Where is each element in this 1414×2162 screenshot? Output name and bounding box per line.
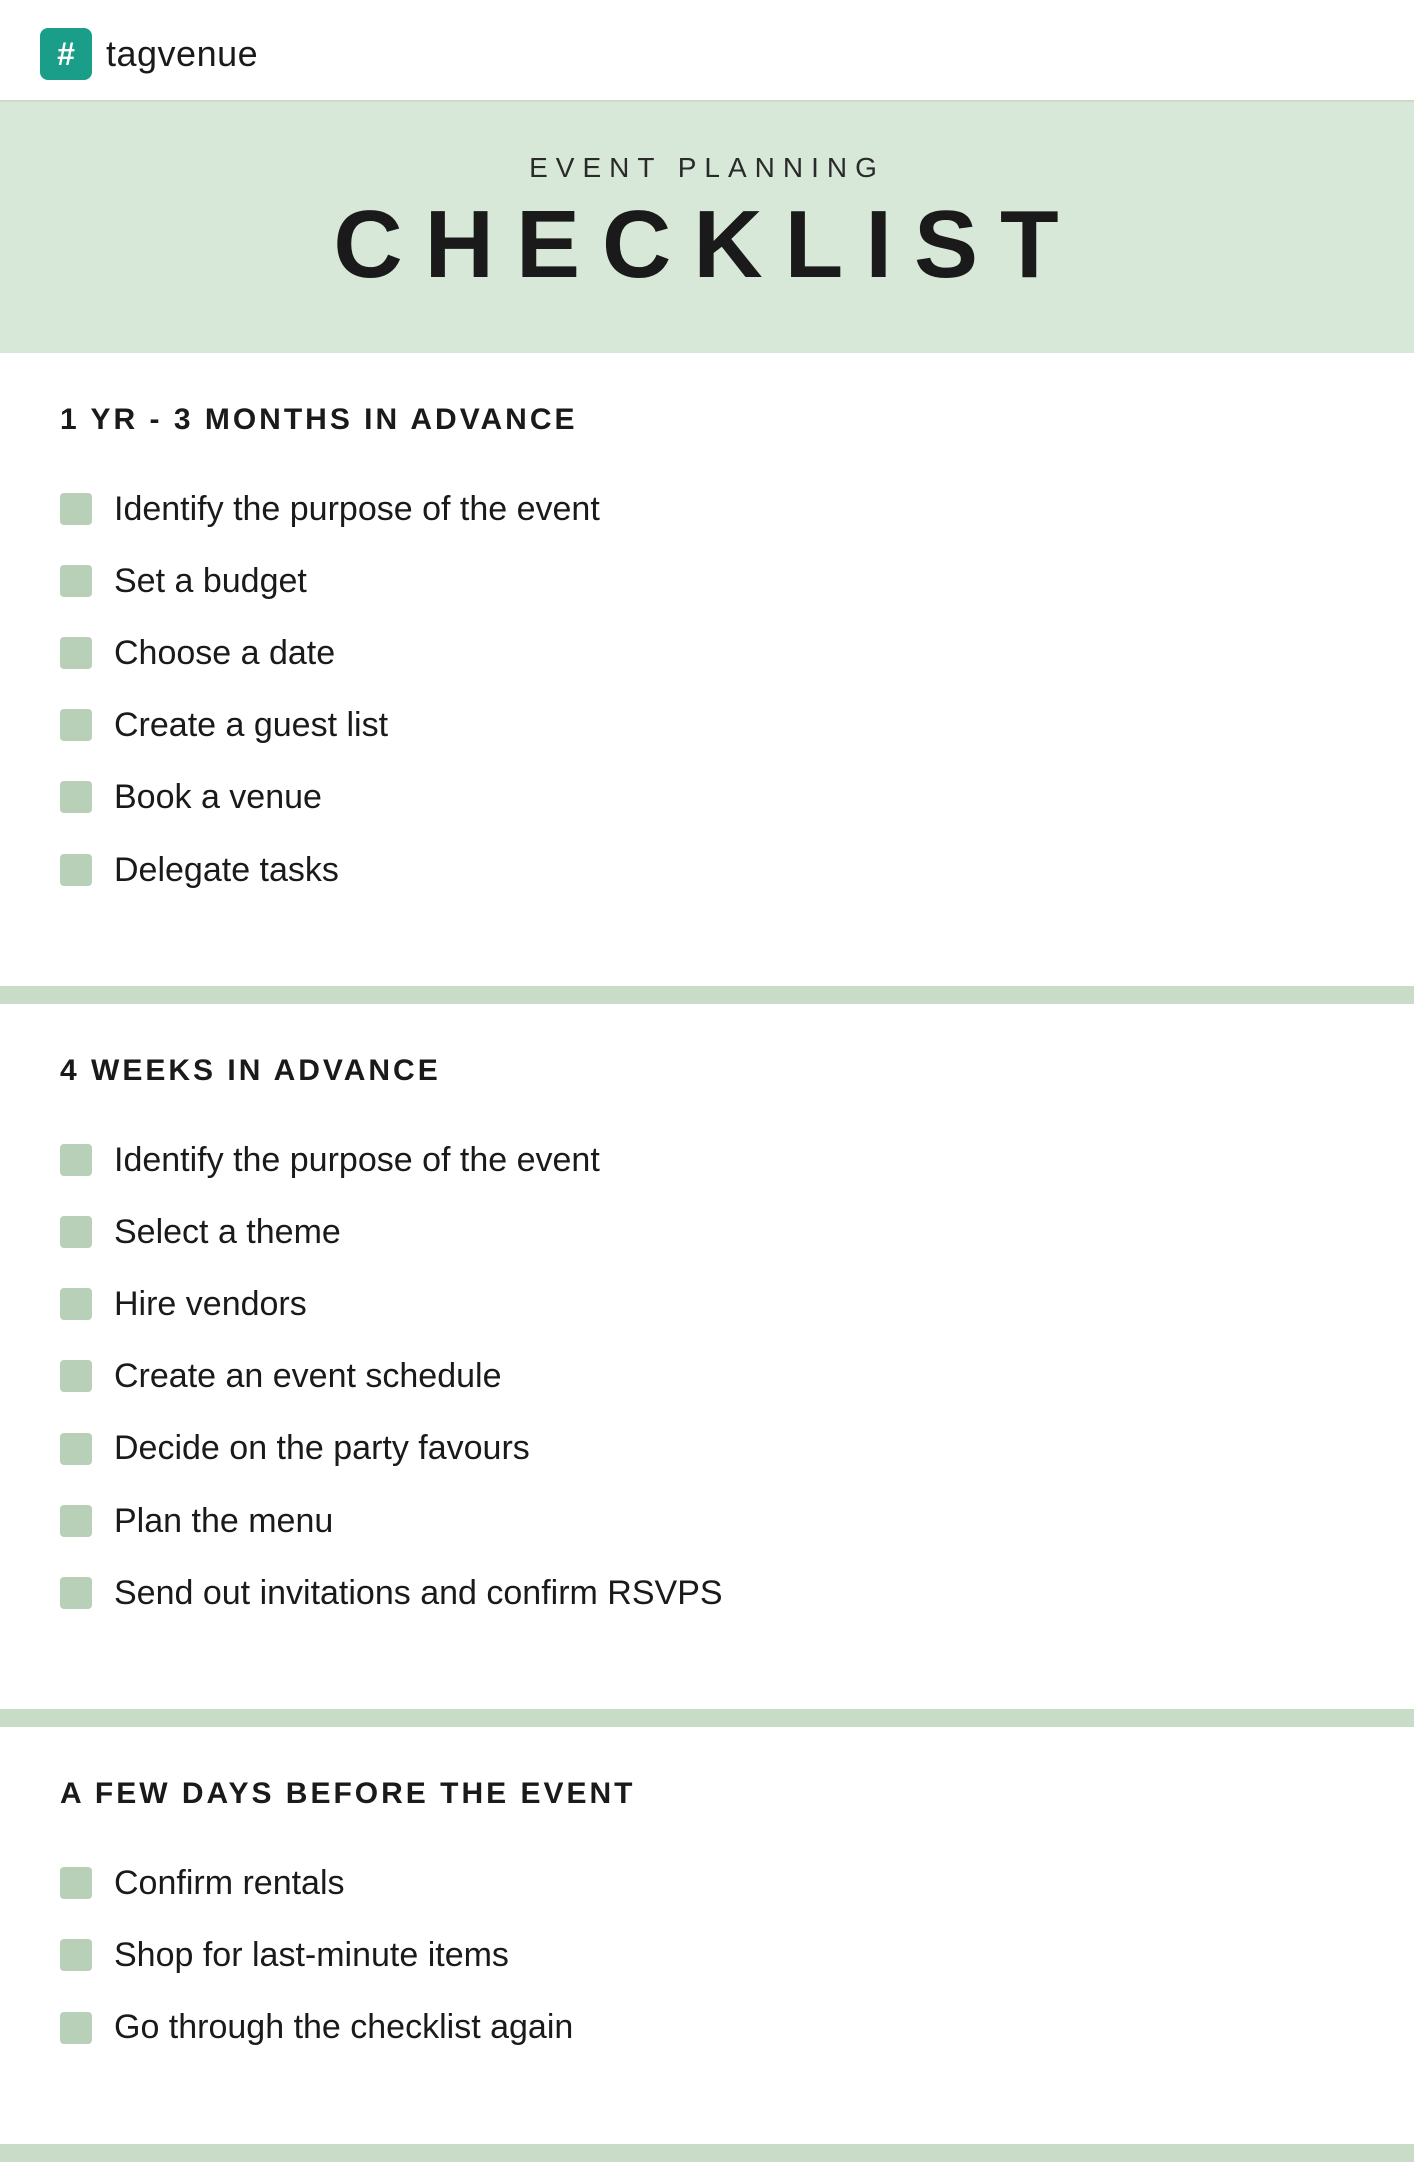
item-text: Create an event schedule	[114, 1354, 501, 1398]
list-item[interactable]: Hire vendors	[60, 1268, 1354, 1340]
list-item[interactable]: Identify the purpose of the event	[60, 473, 1354, 545]
section-1yr-list: Identify the purpose of the event Set a …	[60, 473, 1354, 906]
checkbox[interactable]	[60, 1433, 92, 1465]
item-text: Decide on the party favours	[114, 1426, 530, 1470]
item-text: Hire vendors	[114, 1282, 307, 1326]
item-text: Set a budget	[114, 559, 307, 603]
item-text: Plan the menu	[114, 1499, 333, 1543]
page-title: CHECKLIST	[40, 192, 1374, 298]
content-area-3: A FEW DAYS BEFORE THE EVENT Confirm rent…	[0, 1727, 1414, 2144]
item-text: Identify the purpose of the event	[114, 487, 600, 531]
item-text: Send out invitations and confirm RSVPS	[114, 1571, 723, 1615]
section-4weeks: 4 WEEKS IN ADVANCE Identify the purpose …	[60, 1004, 1354, 1709]
logo-text: tagvenue	[106, 33, 258, 75]
item-text: Delegate tasks	[114, 848, 339, 892]
checkbox[interactable]	[60, 637, 92, 669]
checkbox[interactable]	[60, 2012, 92, 2044]
checkbox[interactable]	[60, 854, 92, 886]
list-item[interactable]: Choose a date	[60, 617, 1354, 689]
section-1yr: 1 YR - 3 MONTHS IN ADVANCE Identify the …	[60, 353, 1354, 986]
checkbox[interactable]	[60, 709, 92, 741]
checkbox[interactable]	[60, 1939, 92, 1971]
checkbox[interactable]	[60, 1577, 92, 1609]
page-subtitle: EVENT PLANNING	[40, 152, 1374, 184]
list-item[interactable]: Create an event schedule	[60, 1340, 1354, 1412]
list-item[interactable]: Select a theme	[60, 1196, 1354, 1268]
item-text: Choose a date	[114, 631, 335, 675]
band-separator-bottom	[0, 2144, 1414, 2162]
section-fewdays: A FEW DAYS BEFORE THE EVENT Confirm rent…	[60, 1727, 1354, 2144]
checkbox[interactable]	[60, 493, 92, 525]
list-item[interactable]: Set a budget	[60, 545, 1354, 617]
checkbox[interactable]	[60, 1216, 92, 1248]
item-text: Identify the purpose of the event	[114, 1138, 600, 1182]
content-area: 1 YR - 3 MONTHS IN ADVANCE Identify the …	[0, 353, 1414, 986]
list-item[interactable]: Identify the purpose of the event	[60, 1124, 1354, 1196]
item-text: Select a theme	[114, 1210, 341, 1254]
logo-container: # tagvenue	[40, 28, 258, 80]
band-separator-2	[0, 1709, 1414, 1727]
tagvenue-logo-icon: #	[40, 28, 92, 80]
item-text: Create a guest list	[114, 703, 388, 747]
checkbox[interactable]	[60, 1288, 92, 1320]
list-item[interactable]: Confirm rentals	[60, 1847, 1354, 1919]
band-separator-1	[0, 986, 1414, 1004]
header: # tagvenue	[0, 0, 1414, 102]
list-item[interactable]: Shop for last-minute items	[60, 1919, 1354, 1991]
item-text: Confirm rentals	[114, 1861, 345, 1905]
checkbox[interactable]	[60, 1360, 92, 1392]
list-item[interactable]: Go through the checklist again	[60, 1991, 1354, 2063]
checkbox[interactable]	[60, 1144, 92, 1176]
list-item[interactable]: Decide on the party favours	[60, 1412, 1354, 1484]
section-fewdays-list: Confirm rentals Shop for last-minute ite…	[60, 1847, 1354, 2064]
item-text: Shop for last-minute items	[114, 1933, 509, 1977]
section-4weeks-list: Identify the purpose of the event Select…	[60, 1124, 1354, 1629]
list-item[interactable]: Create a guest list	[60, 689, 1354, 761]
list-item[interactable]: Book a venue	[60, 761, 1354, 833]
section-4weeks-header: 4 WEEKS IN ADVANCE	[60, 1054, 1354, 1088]
section-1yr-header: 1 YR - 3 MONTHS IN ADVANCE	[60, 403, 1354, 437]
list-item[interactable]: Send out invitations and confirm RSVPS	[60, 1557, 1354, 1629]
checkbox[interactable]	[60, 565, 92, 597]
list-item[interactable]: Delegate tasks	[60, 834, 1354, 906]
list-item[interactable]: Plan the menu	[60, 1485, 1354, 1557]
checkbox[interactable]	[60, 1867, 92, 1899]
checkbox[interactable]	[60, 781, 92, 813]
item-text: Go through the checklist again	[114, 2005, 573, 2049]
checkbox[interactable]	[60, 1505, 92, 1537]
section-fewdays-header: A FEW DAYS BEFORE THE EVENT	[60, 1777, 1354, 1811]
content-area-2: 4 WEEKS IN ADVANCE Identify the purpose …	[0, 1004, 1414, 1709]
svg-text:#: #	[57, 36, 75, 72]
title-section: EVENT PLANNING CHECKLIST	[0, 102, 1414, 353]
item-text: Book a venue	[114, 775, 322, 819]
